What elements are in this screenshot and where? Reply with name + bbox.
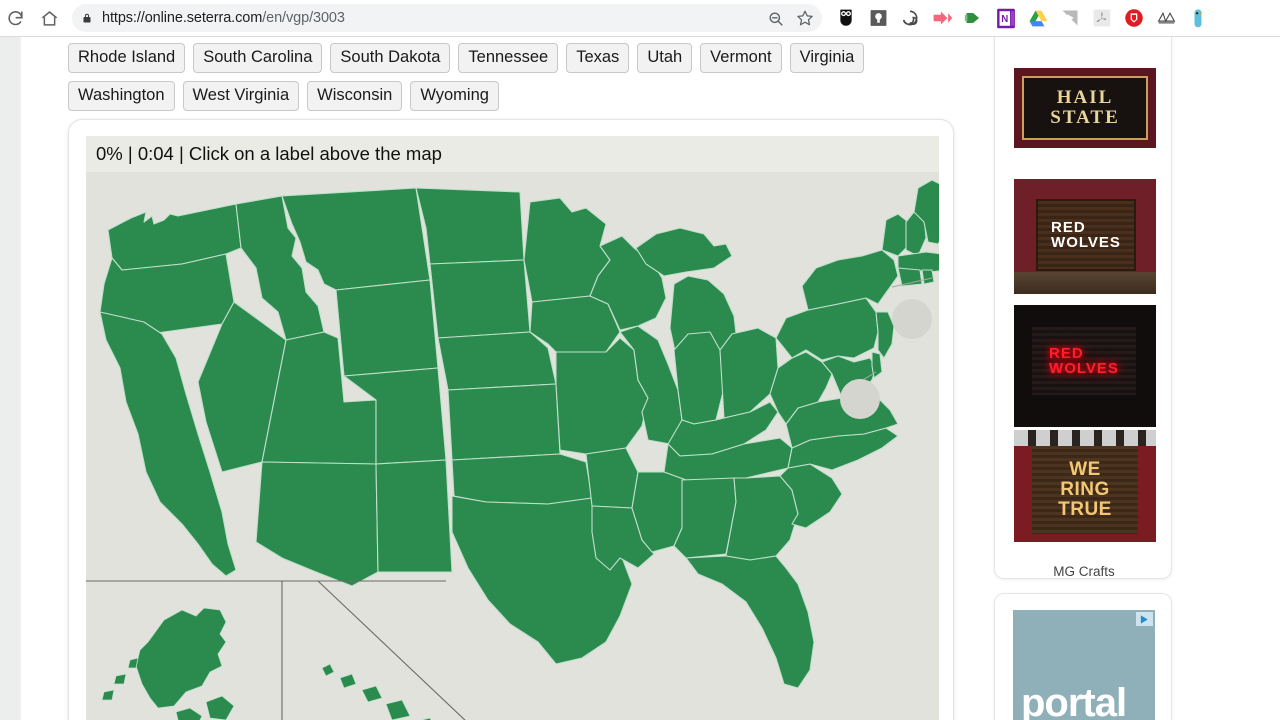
video-player-extension-icon[interactable]	[1054, 4, 1086, 32]
gutter-shadow	[20, 37, 22, 720]
we-ring-true-ad-image[interactable]: WE RING TRUE	[1014, 430, 1156, 542]
ad-advertiser-name: MG Crafts	[1053, 564, 1115, 579]
state-label-button[interactable]: Wisconsin	[307, 81, 403, 111]
owl-extension-icon[interactable]	[830, 4, 862, 32]
state-label-button[interactable]: South Dakota	[330, 43, 451, 73]
red-wolves-wood-ad-image[interactable]: RED WOLVES	[1014, 179, 1156, 294]
state-label-button[interactable]: Virginia	[789, 43, 865, 73]
red-wolves-wood-line2: WOLVES	[1051, 234, 1121, 251]
state-label-button[interactable]: Vermont	[700, 43, 782, 73]
adchoices-icon[interactable]	[1136, 612, 1153, 626]
quiz-status-bar: 0% | 0:04 | Click on a label above the m…	[86, 136, 939, 172]
hail-state-line2: STATE	[1050, 107, 1120, 128]
spiral-extension-icon[interactable]	[894, 4, 926, 32]
onenote-extension-icon[interactable]: N	[990, 4, 1022, 32]
state-label-button[interactable]: Texas	[566, 43, 630, 73]
state-label-button[interactable]: Washington	[68, 81, 175, 111]
state-label-button[interactable]: Utah	[637, 43, 693, 73]
bird-extension-icon[interactable]	[1182, 4, 1214, 32]
keeper-extension-icon[interactable]	[862, 4, 894, 32]
we-ring-true-line3: TRUE	[1058, 499, 1112, 520]
home-icon[interactable]	[34, 3, 64, 33]
us-states-map[interactable]	[86, 172, 939, 720]
sidebar: HAIL STATE RED WOLVES RED WOLVES WE RING…	[994, 37, 1280, 720]
origami-extension-icon[interactable]	[1150, 4, 1182, 32]
state-label-button[interactable]: Rhode Island	[68, 43, 186, 73]
star-icon[interactable]	[792, 5, 818, 31]
pink-arrow-extension-icon[interactable]	[926, 4, 958, 32]
browser-toolbar: https://online.seterra.com/en/vgp/3003 N	[0, 0, 1280, 37]
portal-ad-image[interactable]: portal for federal	[1013, 610, 1155, 720]
reload-icon[interactable]	[0, 3, 30, 33]
mg-crafts-ad-card[interactable]: HAIL STATE RED WOLVES RED WOLVES WE RING…	[994, 37, 1172, 579]
we-ring-true-line1: WE	[1069, 459, 1101, 480]
quiz-status-text: 0% | 0:04 | Click on a label above the m…	[96, 143, 442, 164]
page-content: Rhode Island South Carolina South Dakota Te…	[0, 37, 1280, 720]
portal-ad-title: portal	[1021, 681, 1127, 720]
map-card: 0% | 0:04 | Click on a label above the m…	[68, 119, 954, 720]
green-arrow-extension-icon[interactable]	[958, 4, 990, 32]
portal-ad-card[interactable]: portal for federal	[994, 593, 1172, 720]
state-label-button[interactable]: South Carolina	[193, 43, 323, 73]
state-label-list: Rhode Island South Carolina South Dakota Te…	[68, 43, 968, 111]
red-wolves-neon-line2: WOLVES	[1049, 360, 1119, 377]
svg-text:N: N	[1001, 14, 1008, 25]
zoom-out-icon[interactable]	[762, 5, 788, 31]
state-label-button[interactable]: Wyoming	[410, 81, 499, 111]
we-ring-true-line2: RING	[1060, 479, 1110, 500]
hail-state-line1: HAIL	[1056, 87, 1114, 108]
hail-state-ad-image[interactable]: HAIL STATE	[1014, 68, 1156, 148]
extensions-toolbar: N	[830, 4, 1214, 32]
omnibox-actions	[762, 4, 818, 32]
map-area[interactable]	[86, 172, 939, 720]
state-label-button[interactable]: Tennessee	[458, 43, 559, 73]
adobe-acrobat-extension-icon[interactable]	[1086, 4, 1118, 32]
state-label-button[interactable]: West Virginia	[182, 81, 300, 111]
url-text: https://online.seterra.com/en/vgp/3003	[102, 10, 345, 26]
address-bar[interactable]: https://online.seterra.com/en/vgp/3003	[72, 4, 822, 32]
pocket-extension-icon[interactable]	[1118, 4, 1150, 32]
page-left-gutter	[0, 37, 20, 720]
red-wolves-neon-ad-image[interactable]: RED WOLVES	[1014, 305, 1156, 427]
google-drive-extension-icon[interactable]	[1022, 4, 1054, 32]
lock-icon	[72, 11, 102, 25]
